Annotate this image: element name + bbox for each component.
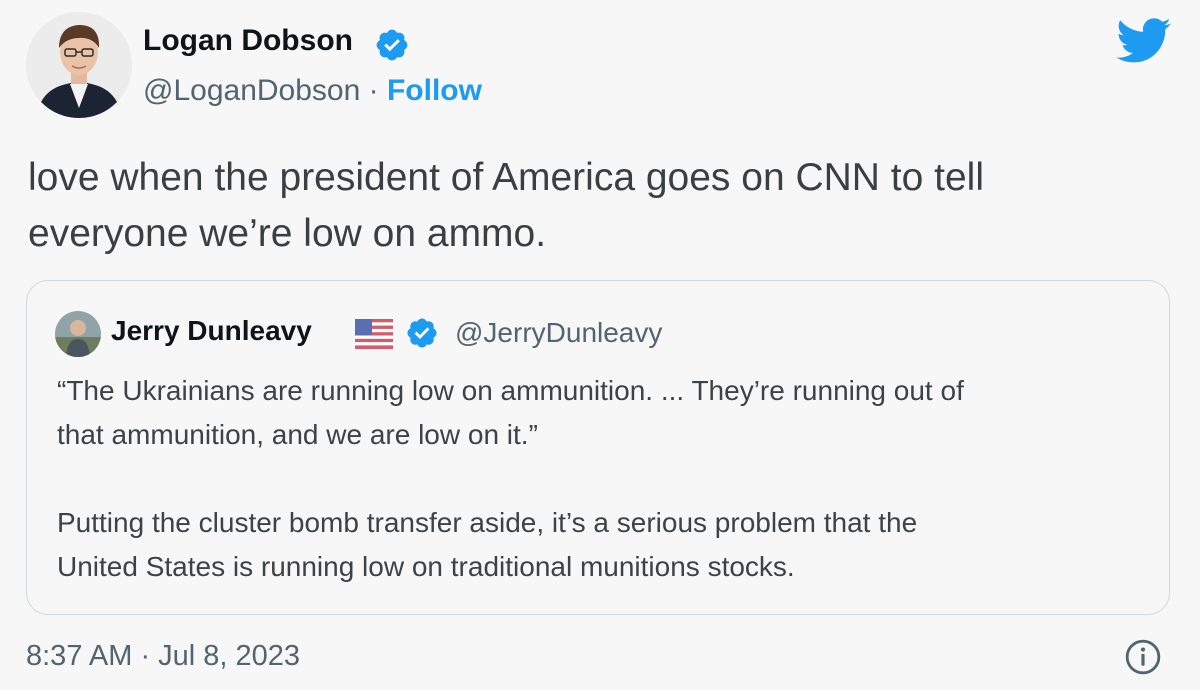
tweet-timestamp[interactable]: 8:37 AM · Jul 8, 2023 [26, 640, 300, 673]
quoted-tweet-text: “The Ukrainians are running low on ammun… [57, 369, 1157, 589]
quoted-author-avatar[interactable] [55, 311, 101, 357]
quoted-text-line: United States is running low on traditio… [57, 551, 795, 582]
author-name[interactable]: Logan Dobson [143, 24, 353, 58]
quoted-text-line: that ammunition, and we are low on it.” [57, 419, 538, 450]
author-avatar[interactable] [26, 12, 132, 118]
quoted-text-line: “The Ukrainians are running low on ammun… [57, 375, 964, 406]
tweet-text-line: love when the president of America goes … [28, 156, 985, 199]
author-handle-line: @LoganDobson · Follow [143, 74, 482, 108]
author-handle[interactable]: @LoganDobson [143, 74, 360, 107]
twitter-bird-icon[interactable] [1116, 18, 1172, 64]
verified-badge-icon [376, 29, 408, 61]
us-flag-icon [355, 319, 393, 349]
verified-badge-icon [407, 318, 437, 348]
tweet-text: love when the president of America goes … [28, 150, 1168, 262]
tweet-text-line: everyone we’re low on ammo. [28, 212, 547, 255]
follow-button[interactable]: Follow [387, 74, 482, 107]
quoted-author-name[interactable]: Jerry Dunleavy [111, 315, 312, 347]
tweet-embed-card: Logan Dobson @LoganDobson · Follow love … [0, 0, 1200, 690]
info-icon[interactable] [1124, 638, 1162, 676]
quoted-tweet[interactable]: Jerry Dunleavy @JerryDunleavy “The Ukrai… [26, 280, 1170, 615]
quoted-text-line: Putting the cluster bomb transfer aside,… [57, 507, 918, 538]
separator-dot: · [368, 74, 379, 107]
quoted-author-handle[interactable]: @JerryDunleavy [455, 317, 662, 349]
